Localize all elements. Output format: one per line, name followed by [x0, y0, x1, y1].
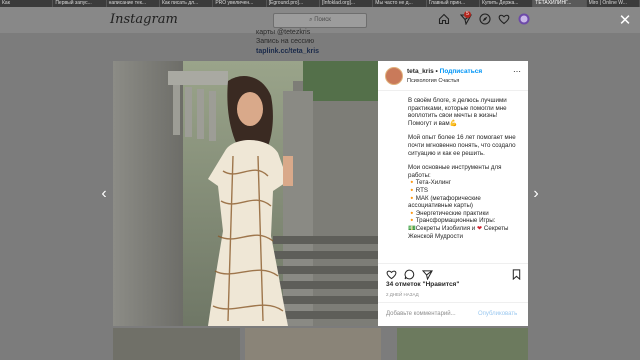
diamond-icon: 🔸 — [408, 217, 416, 225]
caption-paragraph: Мой опыт более 16 лет помогает мне почти… — [408, 134, 516, 157]
heart-icon[interactable] — [498, 13, 510, 25]
instagram-logo[interactable]: Instagram — [110, 12, 178, 27]
post-photo[interactable] — [113, 61, 378, 326]
follow-button[interactable]: Подписаться — [440, 68, 483, 75]
chevron-left-icon[interactable]: ‹ — [98, 185, 110, 203]
bookmark-icon[interactable] — [511, 269, 522, 280]
money-icon: 💵 — [408, 224, 416, 232]
bio-line: Запись на сессию — [256, 38, 315, 45]
browser-tab[interactable]: [Infoklad.org]... — [320, 0, 374, 7]
explore-icon[interactable] — [479, 13, 491, 25]
diamond-icon: 🔸 — [408, 179, 416, 187]
browser-tab[interactable]: написание тек... — [107, 0, 160, 7]
search-input[interactable]: ⌕ Поиск — [273, 13, 367, 28]
post-username-line: teta_kris • Подписаться — [407, 68, 482, 75]
caption-paragraph: В своём блоге, я делюсь лучшими практика… — [408, 97, 507, 127]
browser-tab[interactable]: Мы часто не д... — [373, 0, 427, 7]
post-date: 2 ДНЕЙ НАЗАД — [386, 292, 419, 297]
post-caption: В своём блоге, я делюсь лучшими практика… — [408, 97, 522, 257]
search-placeholder: Поиск — [314, 17, 331, 23]
chevron-right-icon[interactable]: › — [530, 185, 542, 203]
likes-count[interactable]: 34 отметок "Нравится" — [386, 281, 459, 288]
post-image — [113, 61, 378, 326]
profile-icon[interactable] — [518, 13, 530, 25]
tool-item: 🔸Трансформационные Игры: — [408, 217, 496, 225]
avatar[interactable] — [385, 67, 403, 85]
diamond-icon: 🔸 — [408, 194, 416, 202]
grid-thumbnail[interactable] — [397, 328, 528, 360]
comment-input[interactable]: Добавьте комментарий... — [386, 311, 456, 317]
browser-tab[interactable]: PRO увеличен... — [213, 0, 267, 7]
share-icon[interactable] — [422, 269, 433, 280]
comment-icon[interactable] — [404, 269, 415, 280]
browser-tab[interactable]: Купить Держа... — [480, 0, 534, 7]
tool-item: 💵Секреты Изобилия и ❤ Секреты Женской Му… — [408, 224, 509, 240]
post-username[interactable]: teta_kris — [407, 68, 434, 75]
bio-link[interactable]: taplink.cc/teta_kris — [256, 48, 319, 55]
like-icon[interactable] — [386, 269, 397, 280]
instagram-header: Instagram ⌕ Поиск 5 — [0, 7, 640, 33]
home-icon[interactable] — [438, 13, 450, 25]
tool-item: 🔸Тета-Хилинг — [408, 179, 451, 187]
post-actions — [378, 263, 528, 282]
post-subtitle: Психология Счастья — [407, 78, 460, 84]
heart-emoji: ❤ — [477, 224, 483, 232]
browser-tab[interactable]: Первый запус... — [53, 0, 107, 7]
grid-thumbnail[interactable] — [245, 328, 381, 360]
browser-tab[interactable]: Как — [0, 0, 54, 7]
tool-item: 🔸МАК (метафорические ассоциативные карты… — [408, 194, 481, 210]
publish-button[interactable]: Опубликовать — [478, 311, 517, 317]
caption-paragraph: Мои основные инструменты для работы: — [408, 164, 502, 179]
grid-thumbnail[interactable] — [113, 328, 240, 360]
browser-tab-active[interactable]: TETAХИЛИНГ... — [533, 0, 587, 7]
notification-badge: 5 — [464, 11, 471, 18]
close-icon[interactable]: ✕ — [618, 13, 632, 28]
browser-tab-bar: Как Первый запус... написание тек... Как… — [0, 0, 640, 7]
post-side-panel: teta_kris • Подписаться Психология Счаст… — [378, 61, 528, 326]
browser-tab[interactable]: Как писать дл... — [160, 0, 214, 7]
diamond-icon: 🔸 — [408, 209, 416, 217]
browser-tab[interactable]: [Eground.pro]... — [267, 0, 320, 7]
muscle-emoji: 💪 — [449, 119, 458, 127]
tool-item: 🔸RTS — [408, 186, 428, 194]
diamond-icon: 🔸 — [408, 186, 416, 194]
tool-item: 🔸Энергетические практики — [408, 209, 489, 217]
browser-tab[interactable]: Главный прин... — [427, 0, 480, 7]
more-options-icon[interactable]: ⋯ — [513, 67, 521, 76]
comment-bar: Добавьте комментарий... Опубликовать — [378, 302, 528, 327]
bio-line: карты @tetezkris — [256, 29, 311, 36]
browser-tab[interactable]: Miro | Online W... — [587, 0, 640, 7]
post-header: teta_kris • Подписаться Психология Счаст… — [378, 61, 528, 91]
